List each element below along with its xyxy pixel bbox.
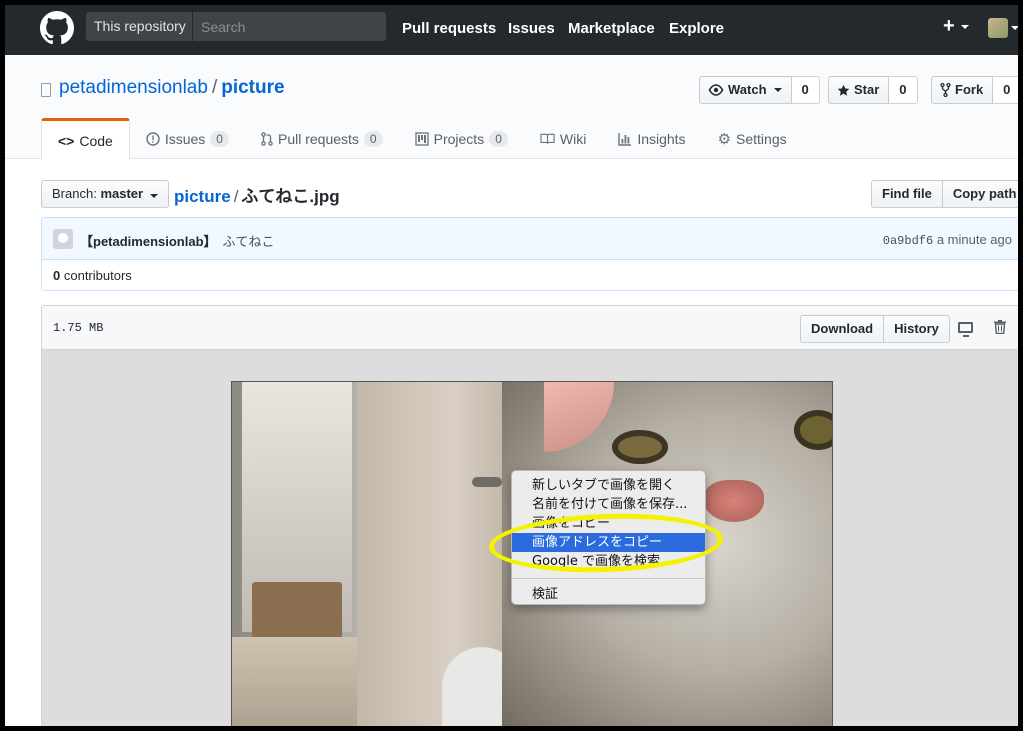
nav-marketplace[interactable]: Marketplace [568,20,655,37]
gear-icon: ⚙ [717,130,732,148]
branch-prefix: Branch: [52,186,97,201]
github-logo-icon[interactable] [40,11,74,45]
menu-item-inspect[interactable]: 検証 [512,585,705,604]
tab-wiki[interactable]: Wiki [524,118,602,159]
commit-author[interactable]: 【petadimensionlab】 [80,234,217,249]
menu-item-open-image-new-tab[interactable]: 新しいタブで画像を開く [512,476,705,495]
copy-path-button[interactable]: Copy path [942,180,1018,208]
image-preview-area: 新しいタブで画像を開く 名前を付けて画像を保存... 画像をコピー 画像アドレス… [42,350,1018,726]
repo-tabs: <> Code Issues 0 Pull requests 0 Project… [41,118,803,160]
projects-counter: 0 [489,130,508,147]
breadcrumb-repo-link[interactable]: picture [174,187,231,206]
tab-settings[interactable]: ⚙ Settings [702,118,803,159]
breadcrumb-separator: / [233,187,239,206]
tab-pull-requests-label: Pull requests [277,130,359,147]
pull-request-icon [261,131,273,146]
commit-message: 【petadimensionlab】 ふてねこ [80,231,275,250]
tab-issues[interactable]: Issues 0 [130,118,245,159]
eye-icon [708,84,724,96]
file-viewer: 1.75 MB Download History 新しいタブで画像を開く 名前を… [41,305,1018,726]
desktop-icon[interactable] [958,322,973,337]
fork-count[interactable]: 0 [993,76,1018,104]
caret-down-icon [149,194,158,198]
fork-group: Fork 0 [931,76,1018,104]
file-header: 1.75 MB Download History [42,306,1018,350]
graph-icon [618,132,632,146]
repo-owner-link[interactable]: petadimensionlab [59,77,208,98]
menu-item-save-image-as[interactable]: 名前を付けて画像を保存... [512,495,705,514]
nav-pull-requests[interactable]: Pull requests [402,20,496,37]
tab-code-label: Code [79,132,113,149]
history-button[interactable]: History [884,315,950,343]
tab-wiki-label: Wiki [559,130,587,147]
github-header: This repository Pull requests Issues Mar… [5,5,1018,55]
repo-icon [41,83,51,97]
watch-group: Watch 0 [699,76,820,104]
plus-icon[interactable]: + [943,15,955,38]
watch-count[interactable]: 0 [791,76,820,104]
fork-label: Fork [955,82,984,97]
contributors-count: 0 [53,268,61,283]
browser-viewport: This repository Pull requests Issues Mar… [5,5,1018,726]
contributors-summary: 0 contributors [53,268,132,283]
file-actions: Download History [800,315,950,343]
search-box: This repository [86,12,386,41]
download-button[interactable]: Download [800,315,885,343]
commit-sha-link[interactable]: 0a9bdf6 [883,234,933,248]
tab-pull-requests[interactable]: Pull requests 0 [245,118,399,159]
menu-divider [512,578,705,579]
user-avatar[interactable] [988,18,1008,38]
tab-issues-label: Issues [164,130,206,147]
watch-button[interactable]: Watch [699,76,792,104]
search-input[interactable] [193,12,386,41]
commit-author-avatar[interactable] [53,229,73,249]
fork-button[interactable]: Fork [931,76,994,104]
caret-down-icon[interactable] [961,25,969,29]
search-scope-label: This repository [86,12,193,41]
caret-down-icon [773,88,782,92]
tab-code[interactable]: <> Code [41,118,130,160]
tab-insights-label: Insights [637,130,686,147]
tab-insights[interactable]: Insights [602,118,701,159]
repo-header: petadimensionlab / picture Watch 0 Star 0 … [5,55,1018,160]
star-count[interactable]: 0 [889,76,918,104]
branch-name: master [100,186,144,201]
fork-icon [940,83,951,97]
tab-settings-label: Settings [736,130,787,147]
caret-down-icon[interactable] [1011,26,1018,30]
nav-issues[interactable]: Issues [508,20,555,37]
repo-name-link[interactable]: picture [221,77,284,98]
branch-select-button[interactable]: Branch: master [41,180,169,208]
issue-icon [146,131,160,146]
watch-label: Watch [728,82,767,97]
star-icon [837,84,850,96]
star-group: Star 0 [828,76,918,104]
tab-projects-label: Projects [433,130,485,147]
star-button[interactable]: Star [828,76,890,104]
commit-time: a minute ago [936,232,1012,247]
nav-explore[interactable]: Explore [669,20,724,37]
file-nav-actions: Find file Copy path [871,180,1018,208]
breadcrumb-file-name: ふてねこ.jpg [241,187,340,206]
repo-title-separator: / [211,77,218,98]
find-file-button[interactable]: Find file [871,180,943,208]
issues-counter: 0 [210,130,229,147]
trash-icon[interactable] [994,320,1006,334]
contributors-label: contributors [63,268,132,283]
star-label: Star [854,82,880,97]
commit-tease: 【petadimensionlab】 ふてねこ 0a9bdf6 a minute … [41,217,1018,291]
code-icon: <> [58,132,75,149]
repo-title: petadimensionlab / picture [59,77,285,99]
file-size: 1.75 MB [53,321,104,335]
commit-meta: 0a9bdf6 a minute ago [883,232,1012,248]
commit-title-link[interactable]: ふてねこ [223,234,275,249]
pull-requests-counter: 0 [363,130,383,147]
breadcrumb: picture / ふてねこ.jpg [174,182,340,207]
project-icon [414,131,429,146]
book-icon [540,133,555,144]
latest-commit: 【petadimensionlab】 ふてねこ 0a9bdf6 a minute … [42,218,1018,260]
tab-projects[interactable]: Projects 0 [399,118,524,159]
